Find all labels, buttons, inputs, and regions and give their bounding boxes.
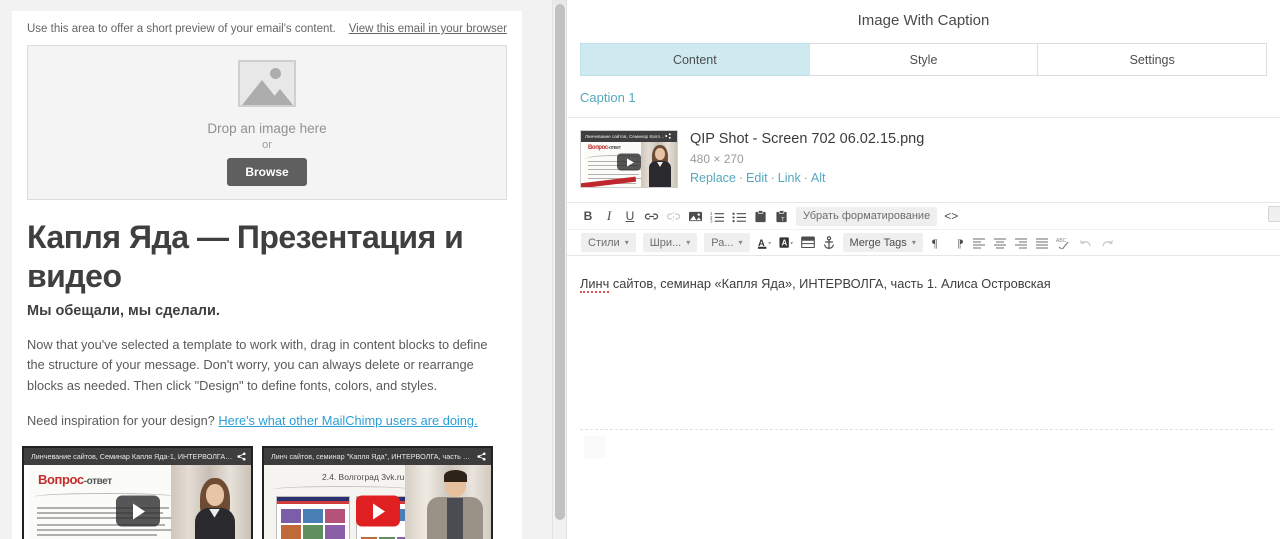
insert-image-icon[interactable] bbox=[685, 206, 706, 226]
background-color-icon[interactable]: A bbox=[776, 233, 797, 253]
video-thumbnail-2[interactable]: 2.4. Волгоград 3vk.ru Линч сайтов, семин… bbox=[262, 445, 493, 539]
preheader-text: Use this area to offer a short preview o… bbox=[27, 23, 336, 35]
video-thumbnail-row: Вопрос-ответ Линчевание сайтов, Семинар … bbox=[12, 445, 522, 539]
panel-title: Image With Caption bbox=[857, 12, 990, 29]
image-placeholder-icon bbox=[238, 59, 296, 107]
font-size-select[interactable]: Ра... bbox=[704, 233, 750, 252]
source-code-icon[interactable]: <> bbox=[941, 206, 961, 226]
video-2-slide-title: 2.4. Волгоград 3vk.ru bbox=[322, 471, 405, 482]
align-right-icon[interactable] bbox=[1011, 233, 1031, 253]
bold-icon[interactable]: B bbox=[578, 206, 598, 226]
text-color-icon[interactable]: A bbox=[754, 233, 775, 253]
rtl-paragraph-icon[interactable]: ¶ bbox=[948, 233, 968, 253]
app-root: Use this area to offer a short preview o… bbox=[0, 0, 1280, 539]
replace-link[interactable]: Replace bbox=[690, 171, 736, 185]
underline-icon[interactable]: U bbox=[620, 206, 640, 226]
file-dimensions: 480 × 270 bbox=[690, 152, 744, 166]
spellcheck-icon[interactable]: ABC bbox=[1053, 233, 1075, 253]
file-thumb-title: Линчевание сайтов, Семинар Капля Яда-1, … bbox=[581, 131, 677, 142]
share-icon[interactable] bbox=[477, 452, 486, 461]
editor-content-area[interactable]: Линч сайтов, семинар «Капля Яда», ИНТЕРВ… bbox=[567, 256, 1280, 406]
email-body: Капля Яда — Презентация и видео Мы обеща… bbox=[12, 200, 522, 432]
tab-style[interactable]: Style bbox=[808, 43, 1039, 76]
misspelled-word[interactable]: Линч bbox=[580, 276, 610, 293]
video-2-title: Линч сайтов, семинар "Капля Яда", ИНТЕРВ… bbox=[264, 447, 491, 465]
file-name: QIP Shot - Screen 702 06.02.15.png bbox=[690, 131, 925, 147]
paste-as-text-icon[interactable]: T bbox=[772, 206, 792, 226]
font-select[interactable]: Шри... bbox=[642, 233, 698, 252]
image-dropzone[interactable]: Drop an image here or Browse bbox=[27, 45, 507, 200]
redo-icon[interactable] bbox=[1097, 233, 1117, 253]
email-paragraph-2[interactable]: Need inspiration for your design? Here's… bbox=[27, 411, 507, 432]
inspiration-text: Need inspiration for your design? bbox=[27, 412, 219, 428]
ordered-list-icon[interactable]: 1 2 3 bbox=[707, 206, 728, 226]
email-canvas: Use this area to offer a short preview o… bbox=[12, 11, 522, 539]
scrollbar-thumb[interactable] bbox=[555, 4, 565, 520]
ltr-paragraph-icon[interactable]: ¶ bbox=[927, 233, 947, 253]
play-button-icon[interactable] bbox=[115, 495, 160, 527]
share-icon bbox=[665, 133, 674, 142]
file-row: Вопрос-ответ Линчевание сайтов, Семинар … bbox=[567, 118, 1280, 202]
styles-select[interactable]: Стили bbox=[581, 233, 636, 252]
italic-icon[interactable]: I bbox=[599, 206, 619, 226]
align-left-icon[interactable] bbox=[969, 233, 989, 253]
editor-rest-text: сайтов, семинар «Капля Яда», ИНТЕРВОЛГА,… bbox=[609, 276, 1051, 291]
play-button-icon bbox=[617, 153, 641, 171]
editor-toolbar: B I U 1 2 3 T Убрать форматирование <> С… bbox=[567, 202, 1280, 256]
share-icon[interactable] bbox=[237, 452, 246, 461]
file-actions: Replace · Edit · Link · Alt bbox=[690, 171, 826, 185]
alt-link[interactable]: Alt bbox=[811, 171, 826, 185]
caption-label: Caption 1 bbox=[580, 90, 636, 105]
link-link[interactable]: Link bbox=[778, 171, 801, 185]
editor-line[interactable]: Линч сайтов, семинар «Капля Яда», ИНТЕРВ… bbox=[580, 274, 1267, 293]
unordered-list-icon[interactable] bbox=[729, 206, 750, 226]
svg-text:¶: ¶ bbox=[932, 236, 938, 249]
align-justify-icon[interactable] bbox=[1032, 233, 1052, 253]
view-in-browser-link[interactable]: View this email in your browser bbox=[349, 23, 507, 35]
file-thumbnail[interactable]: Вопрос-ответ Линчевание сайтов, Семинар … bbox=[580, 130, 678, 188]
svg-text:T: T bbox=[781, 217, 785, 223]
preview-scrollbar[interactable] bbox=[552, 0, 566, 539]
file-metadata: QIP Shot - Screen 702 06.02.15.png 480 ×… bbox=[690, 130, 924, 185]
video-thumbnail-1[interactable]: Вопрос-ответ Линчевание сайтов, Семинар … bbox=[22, 445, 253, 539]
editor-tabs: Content Style Settings bbox=[567, 43, 1280, 76]
clear-formatting-button[interactable]: Убрать форматирование bbox=[796, 206, 938, 226]
video-1-title: Линчевание сайтов, Семинар Капля Яда-1, … bbox=[24, 447, 251, 465]
play-button-icon[interactable] bbox=[355, 495, 400, 527]
tab-content[interactable]: Content bbox=[580, 43, 810, 76]
email-subheading[interactable]: Мы обещали, мы сделали. bbox=[27, 303, 507, 319]
dashed-divider bbox=[580, 429, 1273, 430]
placeholder-box bbox=[584, 436, 606, 458]
anchor-icon[interactable] bbox=[819, 233, 839, 253]
drop-image-label: Drop an image here bbox=[207, 120, 327, 136]
link-icon[interactable] bbox=[641, 206, 662, 226]
toolbar-overflow-icon[interactable] bbox=[1268, 206, 1280, 222]
email-heading[interactable]: Капля Яда — Презентация и видео bbox=[27, 218, 507, 297]
svg-text:ABC: ABC bbox=[1056, 238, 1067, 244]
svg-text:A: A bbox=[781, 238, 787, 247]
svg-text:3: 3 bbox=[710, 218, 713, 222]
email-paragraph-1[interactable]: Now that you've selected a template to w… bbox=[27, 335, 507, 397]
insert-table-icon[interactable] bbox=[798, 233, 818, 253]
preheader-row: Use this area to offer a short preview o… bbox=[12, 11, 522, 45]
svg-text:¶: ¶ bbox=[957, 236, 963, 249]
svg-text:A: A bbox=[757, 237, 764, 247]
drop-or-label: or bbox=[262, 138, 272, 151]
toolbar-row-1: B I U 1 2 3 T Убрать форматирование <> bbox=[567, 203, 1280, 229]
align-center-icon[interactable] bbox=[990, 233, 1010, 253]
tab-settings[interactable]: Settings bbox=[1037, 43, 1268, 76]
editor-panel: Image With Caption Content Style Setting… bbox=[566, 0, 1280, 539]
toolbar-row-2: Стили Шри... Ра... A A bbox=[567, 229, 1280, 255]
edit-link[interactable]: Edit bbox=[746, 171, 768, 185]
email-preview-pane: Use this area to offer a short preview o… bbox=[0, 0, 566, 539]
paste-icon[interactable] bbox=[751, 206, 771, 226]
undo-icon[interactable] bbox=[1076, 233, 1096, 253]
browse-button[interactable]: Browse bbox=[227, 157, 307, 186]
merge-tags-button[interactable]: Merge Tags bbox=[842, 233, 923, 252]
mailchimp-users-link[interactable]: Here's what other MailChimp users are do… bbox=[218, 413, 477, 428]
unlink-icon bbox=[663, 206, 684, 226]
